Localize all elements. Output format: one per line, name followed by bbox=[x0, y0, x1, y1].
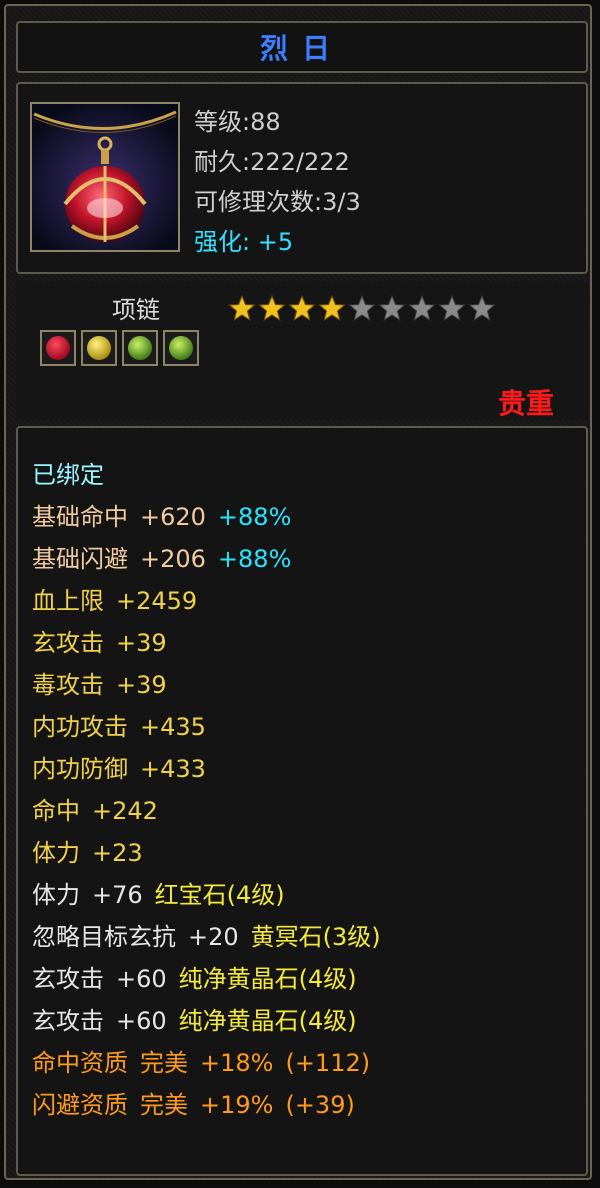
gem-slot[interactable] bbox=[122, 330, 158, 366]
item-tooltip: 烈日 等级:88 耐久:222/222 可修理次数:3/3 强化: +5 项链 … bbox=[4, 4, 592, 1180]
stat-name: 闪避资质 bbox=[32, 1091, 128, 1119]
item-type-panel: 项链 贵重 bbox=[16, 282, 588, 420]
star-filled-icon bbox=[288, 294, 316, 322]
stat-line: 玄攻击 +60 纯净黄晶石(4级) bbox=[32, 962, 369, 996]
stat-line: 闪避资质 完美 +19% (+39) bbox=[32, 1088, 367, 1122]
stat-line: 已绑定 bbox=[32, 458, 116, 492]
stat-gem-source: 黄冥石(3级) bbox=[250, 923, 381, 951]
stat-line: 基础命中 +620 +88% bbox=[32, 500, 303, 534]
stat-line: 体力 +23 bbox=[32, 836, 155, 870]
stat-value: 完美 bbox=[140, 1091, 188, 1119]
stat-gem-source: 纯净黄晶石(4级) bbox=[178, 1007, 357, 1035]
star-filled-icon bbox=[228, 294, 256, 322]
star-empty-icon bbox=[348, 294, 376, 322]
stat-value: +435 bbox=[140, 713, 206, 741]
star-filled-icon bbox=[318, 294, 346, 322]
stat-name: 毒攻击 bbox=[32, 671, 104, 699]
gem-slots bbox=[40, 330, 204, 366]
item-level: 等级:88 bbox=[194, 108, 281, 136]
title-bar: 烈日 bbox=[16, 21, 588, 73]
enhance-label: 强化: bbox=[194, 228, 251, 256]
stat-gem-source: 红宝石(4级) bbox=[154, 881, 285, 909]
stat-bonus: +88% bbox=[217, 503, 292, 531]
stat-value: (+39) bbox=[285, 1091, 355, 1119]
stat-name: 体力 bbox=[32, 881, 80, 909]
stat-line: 玄攻击 +60 纯净黄晶石(4级) bbox=[32, 1004, 369, 1038]
item-durability: 耐久:222/222 bbox=[194, 148, 350, 176]
star-empty-icon bbox=[378, 294, 406, 322]
stat-value: +18% bbox=[200, 1049, 274, 1077]
red-gem-icon bbox=[46, 336, 70, 360]
enhance-value: +5 bbox=[257, 228, 294, 256]
stat-value: +20 bbox=[188, 923, 239, 951]
stat-name: 内功攻击 bbox=[32, 713, 128, 741]
stat-line: 命中 +242 bbox=[32, 794, 170, 828]
stat-value: +242 bbox=[92, 797, 158, 825]
stat-line: 毒攻击 +39 bbox=[32, 668, 179, 702]
necklace-icon bbox=[30, 102, 180, 252]
stat-name: 内功防御 bbox=[32, 755, 128, 783]
stat-value: +39 bbox=[116, 671, 167, 699]
stat-value: +23 bbox=[92, 839, 143, 867]
star-empty-icon bbox=[408, 294, 436, 322]
item-rarity: 贵重 bbox=[497, 387, 554, 420]
stat-name: 玄攻击 bbox=[32, 629, 104, 657]
star-filled-icon bbox=[258, 294, 286, 322]
stat-name: 命中 bbox=[32, 797, 80, 825]
stat-name: 血上限 bbox=[32, 587, 104, 615]
stat-line: 忽略目标玄抗 +20 黄冥石(3级) bbox=[32, 920, 393, 954]
stat-line: 玄攻击 +39 bbox=[32, 626, 179, 660]
stat-name: 基础闪避 bbox=[32, 545, 128, 573]
stat-line: 内功防御 +433 bbox=[32, 752, 218, 786]
stat-name: 基础命中 bbox=[32, 503, 128, 531]
item-repairs: 可修理次数:3/3 bbox=[194, 188, 361, 216]
green-gem-icon bbox=[169, 336, 193, 360]
stat-line: 基础闪避 +206 +88% bbox=[32, 542, 303, 576]
stat-value: +433 bbox=[140, 755, 206, 783]
star-empty-icon bbox=[468, 294, 496, 322]
stat-value: +2459 bbox=[116, 587, 198, 615]
stat-value: +19% bbox=[200, 1091, 274, 1119]
stat-value: +206 bbox=[140, 545, 206, 573]
gem-slot[interactable] bbox=[40, 330, 76, 366]
stat-name: 玄攻击 bbox=[32, 1007, 104, 1035]
item-title: 烈日 bbox=[259, 32, 344, 65]
stat-name: 命中资质 bbox=[32, 1049, 128, 1077]
stat-line: 体力 +76 红宝石(4级) bbox=[32, 878, 297, 912]
stat-value: +39 bbox=[116, 629, 167, 657]
star-rating bbox=[228, 294, 498, 322]
item-info-panel: 等级:88 耐久:222/222 可修理次数:3/3 强化: +5 bbox=[16, 82, 588, 274]
item-enhance: 强化: +5 bbox=[194, 222, 293, 257]
stat-value: (+112) bbox=[285, 1049, 371, 1077]
green-gem-icon bbox=[128, 336, 152, 360]
gem-slot[interactable] bbox=[163, 330, 199, 366]
stat-name: 忽略目标玄抗 bbox=[32, 923, 176, 951]
stat-line: 血上限 +2459 bbox=[32, 584, 209, 618]
stat-line: 内功攻击 +435 bbox=[32, 710, 218, 744]
stat-value: 完美 bbox=[140, 1049, 188, 1077]
stat-value: +60 bbox=[116, 965, 167, 993]
item-type: 项链 bbox=[112, 296, 160, 324]
stat-value: +620 bbox=[140, 503, 206, 531]
stats-panel: 已绑定基础命中 +620 +88% 基础闪避 +206 +88% 血上限 +2459 玄攻击 +3… bbox=[16, 426, 588, 1176]
stat-value: +60 bbox=[116, 1007, 167, 1035]
yellow-gem-icon bbox=[87, 336, 111, 360]
stat-bonus: +88% bbox=[217, 545, 292, 573]
stat-name: 已绑定 bbox=[32, 461, 104, 489]
gem-slot[interactable] bbox=[81, 330, 117, 366]
stat-line: 命中资质 完美 +18% (+112) bbox=[32, 1046, 382, 1080]
stat-gem-source: 纯净黄晶石(4级) bbox=[178, 965, 357, 993]
stat-name: 玄攻击 bbox=[32, 965, 104, 993]
stat-name: 体力 bbox=[32, 839, 80, 867]
stat-value: +76 bbox=[92, 881, 143, 909]
star-empty-icon bbox=[438, 294, 466, 322]
